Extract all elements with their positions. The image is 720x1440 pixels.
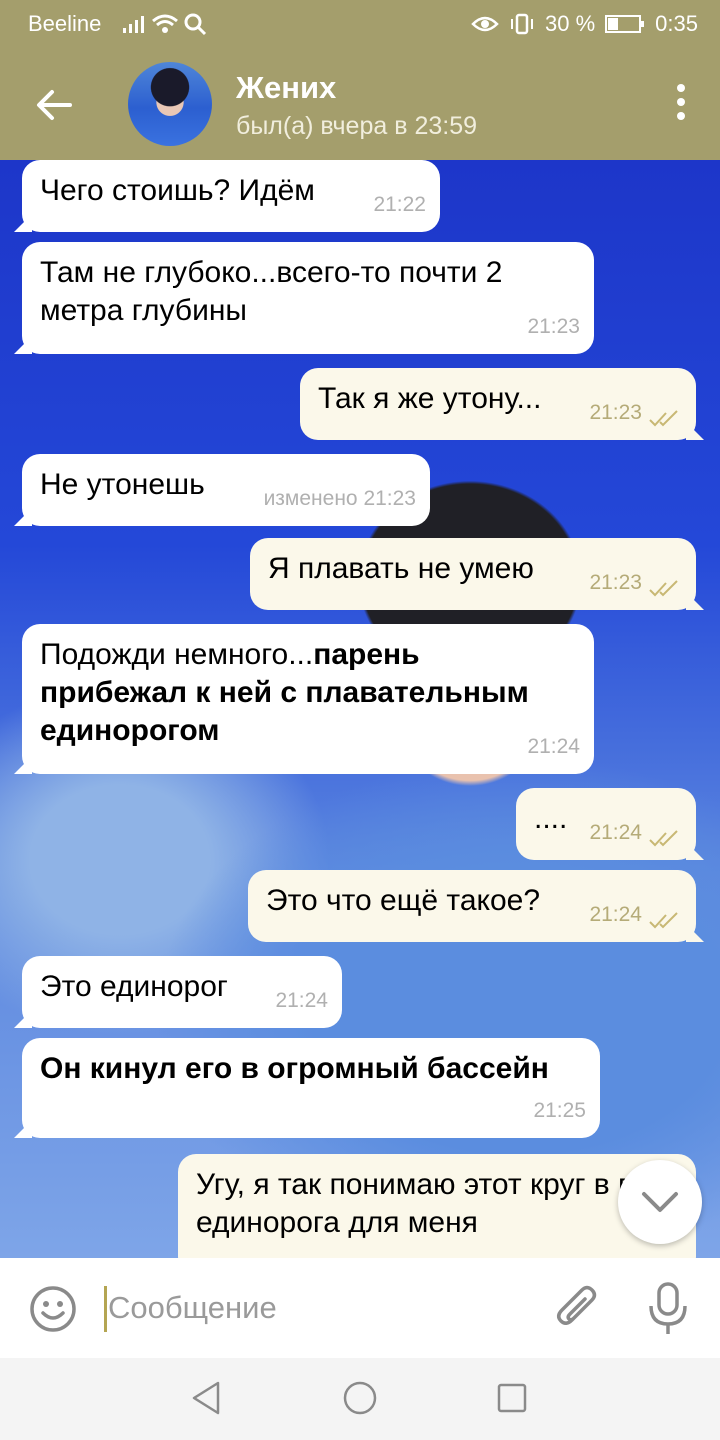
message-time: 21:22 [373, 193, 426, 216]
edited-label: изменено [263, 487, 358, 510]
message-text-bold: Он кинул его в огромный бассейн [40, 1052, 549, 1085]
chat-header: Жених был(а) вчера в 23:59 [0, 48, 720, 160]
system-nav-bar [0, 1358, 720, 1440]
wifi-icon [152, 14, 178, 33]
message-time: 21:25 [533, 1099, 586, 1122]
emoji-icon[interactable] [28, 1284, 78, 1334]
message-incoming[interactable]: Он кинул его в огромный бассейн 21:25 [22, 1038, 600, 1138]
read-check-icon [649, 410, 678, 427]
read-check-icon [649, 580, 678, 597]
message-text: Угу, я так понимаю этот круг в виде един… [196, 1168, 685, 1239]
read-check-icon [649, 830, 678, 847]
contact-name[interactable]: Жених [236, 70, 336, 106]
message-incoming[interactable]: Подожди немного...парень прибежал к ней … [22, 624, 594, 774]
message-text: Это что ещё такое? [266, 884, 541, 917]
message-time: 21:24 [275, 989, 328, 1012]
nav-back-icon[interactable] [190, 1380, 222, 1416]
message-outgoing[interactable]: Я плавать не умею 21:23 [250, 538, 696, 610]
message-time: 21:23 [363, 487, 416, 510]
message-text: Там не глубоко...всего-то почти 2 метра … [40, 256, 503, 327]
nav-recent-apps-icon[interactable] [496, 1382, 528, 1414]
message-time: 21:24 [589, 821, 642, 844]
message-input[interactable]: Сообщение [108, 1290, 277, 1326]
read-check-icon [649, 912, 678, 929]
chevron-down-icon [642, 1192, 678, 1212]
microphone-icon[interactable] [646, 1280, 690, 1336]
nav-home-icon[interactable] [342, 1380, 378, 1416]
chat-area[interactable]: Чего стоишь? Идём 21:22 Там не глубоко..… [0, 160, 720, 1258]
message-text-plain: Подожди немного... [40, 638, 314, 671]
message-time: 21:23 [589, 571, 642, 594]
message-edited-time: изменено 21:23 [264, 480, 416, 518]
clock: 0:35 [655, 11, 698, 36]
signal-icons [121, 12, 207, 36]
message-incoming[interactable]: Не утонешь изменено 21:23 [22, 454, 430, 526]
message-time: 21:23 [527, 315, 580, 338]
avatar[interactable] [128, 62, 212, 146]
signal-icon [123, 16, 144, 33]
message-text: Я плавать не умею [268, 552, 534, 585]
message-time: 21:23 [589, 401, 642, 424]
message-text: .... [534, 802, 568, 835]
message-text: Это единорог [40, 970, 228, 1003]
battery-icon [605, 15, 645, 33]
message-outgoing[interactable]: Это что ещё такое? 21:24 [248, 870, 696, 942]
search-icon [184, 13, 207, 36]
message-time: 21:24 [527, 735, 580, 758]
more-menu-icon[interactable] [672, 84, 690, 128]
message-outgoing[interactable]: Так я же утону... 21:23 [300, 368, 696, 440]
message-input-bar: Сообщение [0, 1258, 720, 1358]
vibrate-icon [511, 13, 534, 35]
contact-status: был(а) вчера в 23:59 [236, 112, 478, 140]
status-bar: Beeline 30 % 0:35 [0, 0, 720, 48]
battery-percent: 30 % [545, 11, 596, 36]
message-incoming[interactable]: Это единорог 21:24 [22, 956, 342, 1028]
scroll-down-button[interactable] [618, 1160, 702, 1244]
message-text: Не утонешь [40, 468, 205, 501]
attach-icon[interactable] [552, 1280, 602, 1336]
carrier-name: Beeline [28, 11, 102, 36]
back-arrow-icon[interactable] [30, 80, 80, 130]
message-time: 21:24 [589, 903, 642, 926]
message-text: Так я же утону... [318, 382, 542, 415]
message-outgoing[interactable]: .... 21:24 [516, 788, 696, 860]
message-incoming[interactable]: Чего стоишь? Идём 21:22 [22, 160, 440, 232]
message-incoming[interactable]: Там не глубоко...всего-то почти 2 метра … [22, 242, 594, 354]
eye-icon [471, 16, 499, 32]
text-cursor [104, 1286, 107, 1332]
message-text: Чего стоишь? Идём [40, 174, 315, 207]
